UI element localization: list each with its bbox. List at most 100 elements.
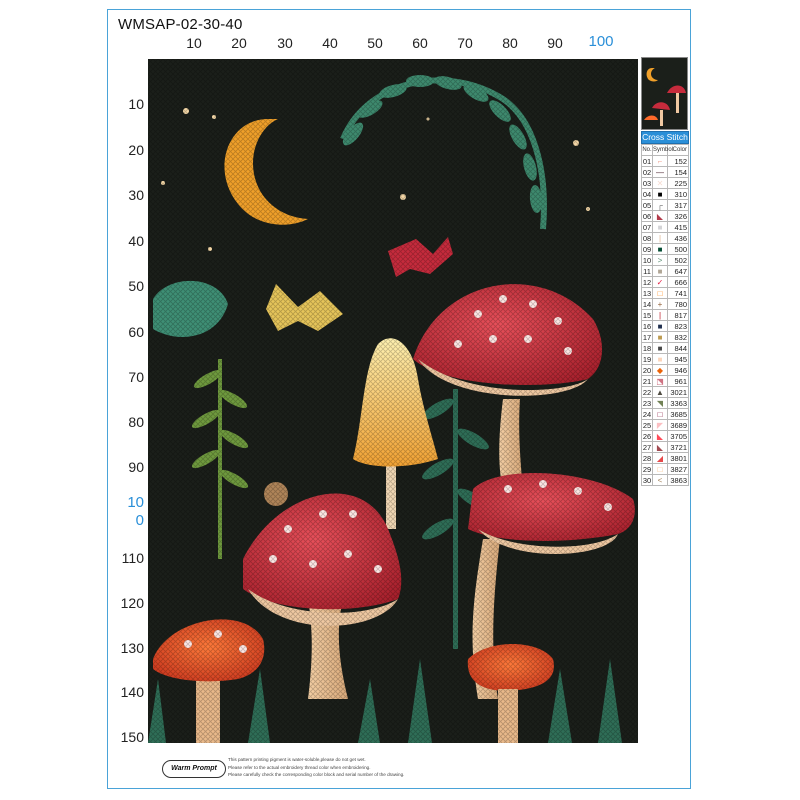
legend-row-symbol: ■ bbox=[652, 265, 668, 277]
legend-row-number: 07 bbox=[641, 221, 653, 233]
legend-row: 20 ◆ 946 bbox=[641, 364, 689, 376]
legend-row-number: 02 bbox=[641, 166, 653, 178]
ruler-left-tick: 40 bbox=[128, 233, 144, 249]
legend-row-color-code: 3363 bbox=[667, 397, 689, 409]
legend-row-color-code: 780 bbox=[667, 298, 689, 310]
legend-row: 01 ⌐ 152 bbox=[641, 155, 689, 167]
legend-row-number: 11 bbox=[641, 265, 653, 277]
ruler-left-tick: 130 bbox=[120, 640, 144, 656]
legend-row: 04 ■ 310 bbox=[641, 188, 689, 200]
legend-row-symbol: ◣ bbox=[652, 441, 668, 453]
ruler-top-tick: 50 bbox=[367, 35, 383, 51]
legend-row-symbol: ⌐ bbox=[652, 155, 668, 167]
cross-stitch-artwork bbox=[148, 59, 638, 743]
legend-row-color-code: 436 bbox=[667, 232, 689, 244]
legend-row-number: 12 bbox=[641, 276, 653, 288]
legend-row-symbol: < bbox=[652, 474, 668, 486]
color-legend: Cross Stitch No. Symbol Color 01 ⌐ 152 02—1… bbox=[641, 131, 689, 486]
legend-row-symbol: ◢ bbox=[652, 452, 668, 464]
legend-row-color-code: 502 bbox=[667, 254, 689, 266]
legend-row-symbol: ▲ bbox=[652, 386, 668, 398]
ruler-left-tick: 90 bbox=[128, 459, 144, 475]
legend-row: 30 <3863 bbox=[641, 474, 689, 486]
legend-row: 03 ✕ 225 bbox=[641, 177, 689, 189]
legend-row: 15 | 817 bbox=[641, 309, 689, 321]
ruler-top-tick: 90 bbox=[547, 35, 563, 51]
legend-row-color-code: 152 bbox=[667, 155, 689, 167]
ruler-left-tick: 30 bbox=[128, 187, 144, 203]
legend-row-symbol: | bbox=[652, 309, 668, 321]
legend-row-color-code: 647 bbox=[667, 265, 689, 277]
legend-row-number: 03 bbox=[641, 177, 653, 189]
legend-row-color-code: 154 bbox=[667, 166, 689, 178]
legend-row-color-code: 961 bbox=[667, 375, 689, 387]
legend-row-color-code: 832 bbox=[667, 331, 689, 343]
legend-row: 09 ■ 500 bbox=[641, 243, 689, 255]
legend-row: 18 ■ 844 bbox=[641, 342, 689, 354]
legend-row: 05 ┌ 317 bbox=[641, 199, 689, 211]
legend-row: 06 ◣ 326 bbox=[641, 210, 689, 222]
ruler-left-tick: 120 bbox=[120, 595, 144, 611]
legend-row-color-code: 326 bbox=[667, 210, 689, 222]
legend-row-symbol: ⬔ bbox=[652, 375, 668, 387]
legend-row-color-code: 666 bbox=[667, 276, 689, 288]
legend-row-color-code: 310 bbox=[667, 188, 689, 200]
legend-row-color-code: 3863 bbox=[667, 474, 689, 486]
legend-row-number: 09 bbox=[641, 243, 653, 255]
legend-row-number: 14 bbox=[641, 298, 653, 310]
legend-row-number: 26 bbox=[641, 430, 653, 442]
legend-row-color-code: 3021 bbox=[667, 386, 689, 398]
legend-row-number: 23 bbox=[641, 397, 653, 409]
ruler-left-tick: 60 bbox=[128, 324, 144, 340]
legend-row-color-code: 945 bbox=[667, 353, 689, 365]
ruler-left-tick: 50 bbox=[128, 278, 144, 294]
ruler-left-tick: 10 bbox=[128, 96, 144, 112]
legend-row: 07 ■ 415 bbox=[641, 221, 689, 233]
footer-note: Please refer to the actual embroidery th… bbox=[228, 764, 371, 770]
legend-row: 11 ■ 647 bbox=[641, 265, 689, 277]
legend-row-symbol: ■ bbox=[652, 320, 668, 332]
legend-row-color-code: 3801 bbox=[667, 452, 689, 464]
ruler-top-tick: 70 bbox=[457, 35, 473, 51]
legend-row: 12 ✓ 666 bbox=[641, 276, 689, 288]
legend-row-symbol: + bbox=[652, 298, 668, 310]
ruler-top-tick: 20 bbox=[231, 35, 247, 51]
legend-row-number: 19 bbox=[641, 353, 653, 365]
legend-row-number: 17 bbox=[641, 331, 653, 343]
legend-row-number: 01 bbox=[641, 155, 653, 167]
ruler-top-tick: 10 bbox=[186, 35, 202, 51]
legend-row: 22 ▲ 3021 bbox=[641, 386, 689, 398]
legend-row: 27 ◣ 3721 bbox=[641, 441, 689, 453]
legend-row-number: 25 bbox=[641, 419, 653, 431]
legend-row-symbol: ◤ bbox=[652, 419, 668, 431]
ruler-left-tick: 70 bbox=[128, 369, 144, 385]
legend-row-number: 15 bbox=[641, 309, 653, 321]
warm-prompt-badge: Warm Prompt bbox=[162, 760, 226, 778]
legend-row-number: 29 bbox=[641, 463, 653, 475]
ruler-left-tick: 80 bbox=[128, 414, 144, 430]
legend-col-no: No. bbox=[641, 144, 653, 156]
legend-row-color-code: 823 bbox=[667, 320, 689, 332]
legend-row-symbol: ◆ bbox=[652, 364, 668, 376]
ruler-top-tick: 60 bbox=[412, 35, 428, 51]
legend-row-symbol: — bbox=[652, 166, 668, 178]
legend-row: 23 ◥ 3363 bbox=[641, 397, 689, 409]
legend-row-symbol: ■ bbox=[652, 331, 668, 343]
pattern-code: WMSAP-02-30-40 bbox=[118, 16, 243, 33]
legend-row-color-code: 817 bbox=[667, 309, 689, 321]
legend-row-color-code: 3705 bbox=[667, 430, 689, 442]
legend-row-number: 08 bbox=[641, 232, 653, 244]
legend-row-symbol: ✕ bbox=[652, 177, 668, 189]
legend-row-symbol: □ bbox=[652, 463, 668, 475]
legend-row: 08 | 436 bbox=[641, 232, 689, 244]
legend-row: 13 □ 741 bbox=[641, 287, 689, 299]
legend-row-symbol: ┌ bbox=[652, 199, 668, 211]
legend-row-number: 21 bbox=[641, 375, 653, 387]
ruler-top-tick: 80 bbox=[502, 35, 518, 51]
legend-row-color-code: 317 bbox=[667, 199, 689, 211]
legend-row: 02—154 bbox=[641, 166, 689, 178]
legend-row-symbol: | bbox=[652, 232, 668, 244]
footer-note: This pattern printing pigment is water-s… bbox=[228, 757, 366, 762]
legend-row: 10 >502 bbox=[641, 254, 689, 266]
legend-row-symbol: ◥ bbox=[652, 397, 668, 409]
